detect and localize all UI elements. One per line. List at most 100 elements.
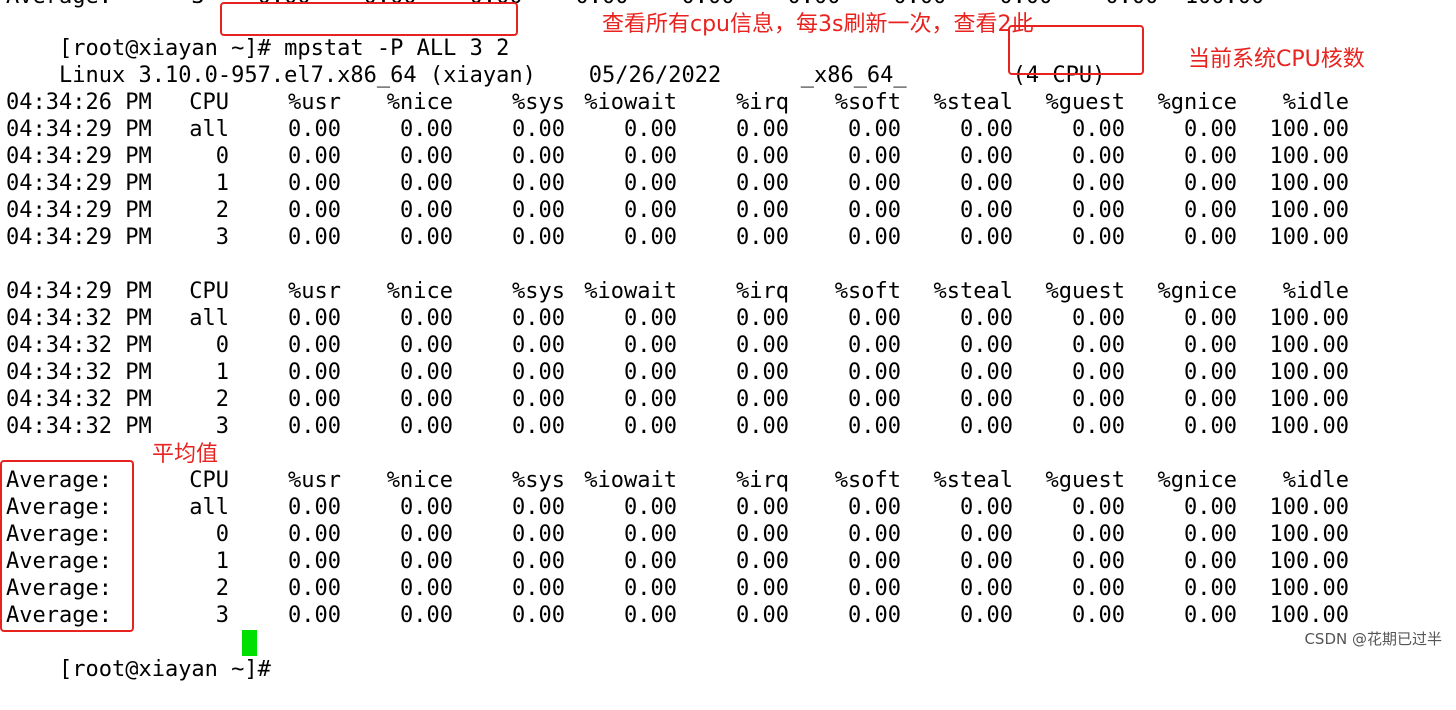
sysinfo-line: Linux 3.10.0-957.el7.x86_64 (xiayan) 05/… <box>6 35 1105 88</box>
table-cell: 0.00 <box>512 225 565 250</box>
table-cell: 2 <box>215 576 229 601</box>
table-cell: 0.00 <box>848 360 901 385</box>
table-cell: 0.00 <box>400 306 453 331</box>
table-cell: 0.00 <box>848 414 901 439</box>
row-time-label: 04:34:26 PM <box>6 90 152 115</box>
table-cell: 0.00 <box>624 522 677 547</box>
table-cell: 0.00 <box>288 306 341 331</box>
table-cell: 0.00 <box>288 144 341 169</box>
table-cell: 2 <box>215 198 229 223</box>
table-cell: 0.00 <box>288 198 341 223</box>
table-cell: %soft <box>834 90 901 115</box>
table-cell: 0.00 <box>848 144 901 169</box>
table-row: 04:34:29 PM 3 0.00 0.00 0.00 0.00 0.00 0.00 0.00… <box>6 224 1406 251</box>
table-row: Average: 0 0.00 0.00 0.00 0.00 0.00 0.00 0.00 0.0… <box>6 521 1406 548</box>
table-cell: 0.00 <box>1072 333 1125 358</box>
terminal-window[interactable]: Average: 3 0.00 0.00 0.00 0.00 0.00 0.00… <box>0 0 1456 682</box>
table-cell: 0.00 <box>1072 360 1125 385</box>
table-cell: 0.00 <box>624 576 677 601</box>
row-time-label: 04:34:29 PM <box>6 117 152 142</box>
table-cell: all <box>189 306 229 331</box>
command-note: 查看所有cpu信息，每3s刷新一次，查看2此 <box>602 12 1034 37</box>
table-cell: 0.00 <box>624 549 677 574</box>
table-cell: 0.00 <box>1072 117 1125 142</box>
table-cell: 0.00 <box>1184 117 1237 142</box>
table-cell: 0.00 <box>848 549 901 574</box>
table-cell: 0.00 <box>1072 171 1125 196</box>
table-cell: %iowait <box>584 90 677 115</box>
table-cell: 0.00 <box>960 387 1013 412</box>
table-cell: 3 <box>215 603 229 628</box>
table-row: Average: 3 0.00 0.00 0.00 0.00 0.00 0.00 0.00 0.0… <box>6 602 1406 629</box>
table-cell: 0.00 <box>736 333 789 358</box>
table-row: 04:34:32 PM all 0.00 0.00 0.00 0.00 0.00 0.00 0.… <box>6 305 1406 332</box>
table-cell: 0.00 <box>624 414 677 439</box>
table-header-row: 04:34:26 PM CPU %usr %nice %sys %iowait %irq %s… <box>6 89 1406 116</box>
table-cell: 0.00 <box>736 117 789 142</box>
table-cell: 0.00 <box>512 117 565 142</box>
table-cell: 0.00 <box>512 333 565 358</box>
table-cell: 0.00 <box>1184 387 1237 412</box>
table-cell: 100.00 <box>1269 522 1349 547</box>
table-row: 04:34:29 PM 0 0.00 0.00 0.00 0.00 0.00 0.00 0.00… <box>6 143 1406 170</box>
table-cell: %soft <box>834 468 901 493</box>
watermark: CSDN @花期已过半 <box>1304 630 1442 648</box>
table-cell: 0.00 <box>288 603 341 628</box>
table-cell: 2 <box>215 387 229 412</box>
table-cell: 0.00 <box>1072 495 1125 520</box>
table-cell: 100.00 <box>1269 576 1349 601</box>
table-cell: 0.00 <box>624 117 677 142</box>
table-cell: 0.00 <box>288 333 341 358</box>
table-cell: 0.00 <box>960 522 1013 547</box>
table-cell: 0.00 <box>288 171 341 196</box>
table-row: Average: all 0.00 0.00 0.00 0.00 0.00 0.00 0.00 0… <box>6 494 1406 521</box>
table-cell: 0.00 <box>288 387 341 412</box>
row-time-label: 04:34:32 PM <box>6 360 152 385</box>
table-cell: 100.00 <box>1269 603 1349 628</box>
table-row: 04:34:32 PM 1 0.00 0.00 0.00 0.00 0.00 0.00 0.00… <box>6 359 1406 386</box>
table-cell: 0.00 <box>624 306 677 331</box>
table-row: 04:34:29 PM 2 0.00 0.00 0.00 0.00 0.00 0.00 0.00… <box>6 197 1406 224</box>
table-cell: %guest <box>1045 468 1125 493</box>
table-cell: %idle <box>1282 468 1349 493</box>
table-cell: 0.00 <box>400 414 453 439</box>
table-cell: 0.00 <box>1184 414 1237 439</box>
table-cell: 0.00 <box>400 117 453 142</box>
table-cell: %idle <box>1282 279 1349 304</box>
table-cell: 0.00 <box>1072 306 1125 331</box>
table-cell: 0.00 <box>1184 360 1237 385</box>
table-cell: 0.00 <box>736 495 789 520</box>
table-cell: 0.00 <box>400 603 453 628</box>
table-cell: 100.00 <box>1269 171 1349 196</box>
table-cell: 0.00 <box>400 360 453 385</box>
table-cell: 0.00 <box>288 495 341 520</box>
table-cell: %iowait <box>584 468 677 493</box>
table-cell: 100.00 <box>1269 306 1349 331</box>
table-cell: CPU <box>189 90 229 115</box>
table-row: 04:34:32 PM 2 0.00 0.00 0.00 0.00 0.00 0.00 0.00… <box>6 386 1406 413</box>
table-cell: 0.00 <box>1184 306 1237 331</box>
table-cell: 0.00 <box>624 225 677 250</box>
table-cell: 0.00 <box>960 117 1013 142</box>
table-cell: 0.00 <box>400 549 453 574</box>
command-highlight-box <box>220 2 518 36</box>
average-highlight-box <box>0 460 134 632</box>
terminal-cursor <box>242 630 257 656</box>
table-cell: 0.00 <box>512 576 565 601</box>
table-cell: 0.00 <box>960 171 1013 196</box>
table-cell: 0.00 <box>512 360 565 385</box>
table-header-row: Average: CPU %usr %nice %sys %iowait %irq %soft… <box>6 467 1406 494</box>
table-cell: 0.00 <box>736 171 789 196</box>
table-cell: %steal <box>933 468 1013 493</box>
table-cell: 0.00 <box>512 414 565 439</box>
table-cell: 0.00 <box>960 360 1013 385</box>
table-cell: 0.00 <box>400 171 453 196</box>
table-cell: 0 <box>215 333 229 358</box>
table-cell: 0.00 <box>1072 225 1125 250</box>
table-cell: 0.00 <box>736 198 789 223</box>
table-cell: all <box>189 495 229 520</box>
table-cell: 0.00 <box>1184 522 1237 547</box>
table-cell: %soft <box>834 279 901 304</box>
table-cell: 0.00 <box>512 522 565 547</box>
row-time-label: 04:34:29 PM <box>6 144 152 169</box>
